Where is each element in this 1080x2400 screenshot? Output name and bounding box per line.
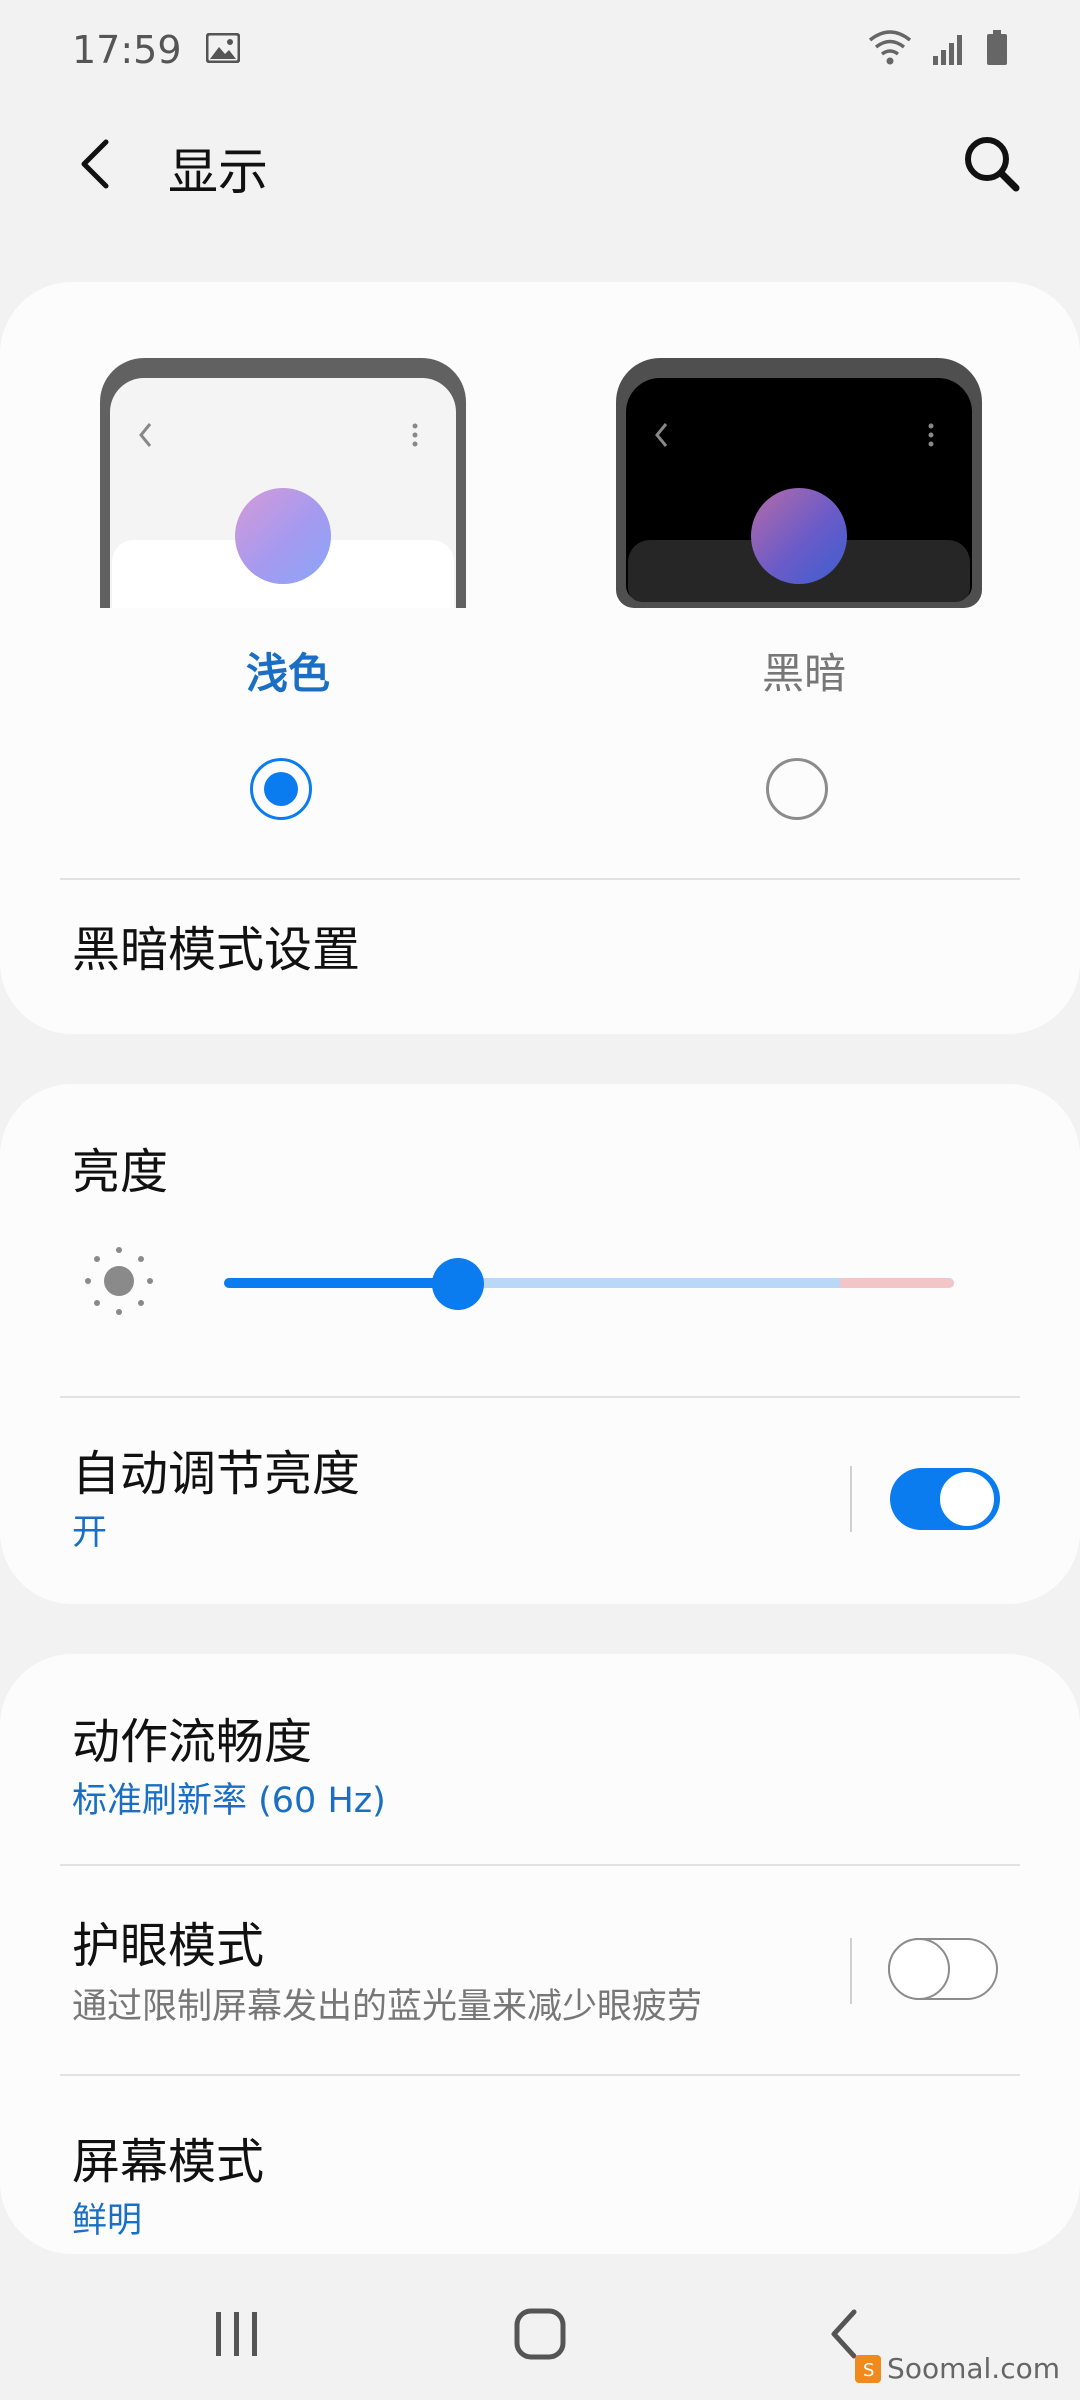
brightness-slider[interactable]	[224, 1254, 954, 1314]
dark-mode-settings-row[interactable]: 黑暗模式设置	[0, 880, 1080, 1030]
slider-warn-segment	[840, 1278, 954, 1288]
page-title: 显示	[168, 143, 268, 201]
dark-theme-option[interactable]: 黑暗	[614, 358, 994, 828]
slider-fill	[224, 1278, 458, 1288]
motion-smoothness-value: 标准刷新率 (60 Hz)	[72, 1781, 386, 1821]
signal-icon	[932, 31, 966, 75]
watermark-text: Soomal.com	[887, 2352, 1060, 2385]
toggle-knob	[938, 1470, 996, 1528]
auto-brightness-toggle[interactable]	[890, 1468, 1000, 1530]
dark-theme-radio[interactable]	[766, 758, 828, 820]
preview-more-icon	[412, 423, 418, 447]
eye-comfort-toggle[interactable]	[888, 1938, 998, 2000]
auto-brightness-title: 自动调节亮度	[72, 1446, 361, 1502]
search-button[interactable]	[952, 124, 1032, 204]
brightness-sun-icon	[85, 1247, 153, 1315]
motion-smoothness-row[interactable]: 动作流畅度 标准刷新率 (60 Hz)	[0, 1654, 1080, 1864]
battery-icon	[986, 30, 1008, 75]
search-icon	[965, 137, 1020, 192]
vertical-separator	[850, 1938, 852, 2004]
eye-comfort-description: 通过限制屏幕发出的蓝光量来减少眼疲劳	[72, 1987, 703, 2027]
dark-theme-preview[interactable]	[616, 358, 982, 608]
preview-back-icon	[139, 423, 152, 447]
vertical-separator	[850, 1466, 852, 1532]
gallery-notification-icon	[205, 28, 241, 72]
soomal-logo-icon: S	[855, 2354, 882, 2383]
home-button[interactable]	[500, 2300, 580, 2370]
theme-card: 浅色 黑暗 黑暗模式设置	[0, 282, 1080, 1034]
screen-mode-title: 屏幕模式	[72, 2134, 265, 2190]
eye-comfort-title: 护眼模式	[72, 1918, 265, 1974]
watermark: S Soomal.com	[855, 2352, 1060, 2385]
toggle-knob	[888, 1938, 950, 2000]
recent-apps-icon	[216, 2312, 257, 2356]
svg-text:S: S	[863, 2360, 874, 2381]
brightness-title: 亮度	[72, 1144, 169, 1200]
screen-mode-row[interactable]: 屏幕模式 鲜明	[0, 2076, 1080, 2254]
light-theme-option[interactable]: 浅色	[98, 358, 478, 828]
brightness-card: 亮度 自动调节亮度 开	[0, 1084, 1080, 1604]
screen-mode-value: 鲜明	[72, 2201, 143, 2241]
status-time: 17:59	[72, 28, 182, 72]
light-theme-radio[interactable]	[250, 758, 312, 820]
app-bar: 显示	[0, 110, 1080, 220]
home-icon	[514, 2308, 566, 2360]
preview-more-icon	[928, 423, 934, 447]
back-button[interactable]	[60, 124, 140, 204]
auto-brightness-row[interactable]: 自动调节亮度 开	[0, 1398, 1080, 1598]
preview-back-icon	[655, 423, 668, 447]
eye-comfort-row[interactable]: 护眼模式 通过限制屏幕发出的蓝光量来减少眼疲劳	[0, 1866, 1080, 2074]
preview-avatar	[751, 488, 847, 584]
light-theme-preview[interactable]	[100, 358, 466, 608]
dark-theme-label: 黑暗	[761, 649, 846, 698]
motion-smoothness-title: 动作流畅度	[72, 1714, 313, 1770]
slider-thumb[interactable]	[432, 1258, 484, 1310]
chevron-left-icon	[81, 139, 109, 189]
light-theme-label: 浅色	[245, 649, 330, 698]
dark-mode-settings-label: 黑暗模式设置	[72, 922, 361, 978]
status-bar: 17:59	[0, 0, 1080, 100]
wifi-icon	[868, 28, 912, 77]
recent-apps-button[interactable]	[196, 2300, 276, 2370]
status-icons	[868, 28, 1008, 77]
preview-avatar	[235, 488, 331, 584]
display-options-card: 动作流畅度 标准刷新率 (60 Hz) 护眼模式 通过限制屏幕发出的蓝光量来减少…	[0, 1654, 1080, 2254]
auto-brightness-status: 开	[72, 1513, 108, 1553]
